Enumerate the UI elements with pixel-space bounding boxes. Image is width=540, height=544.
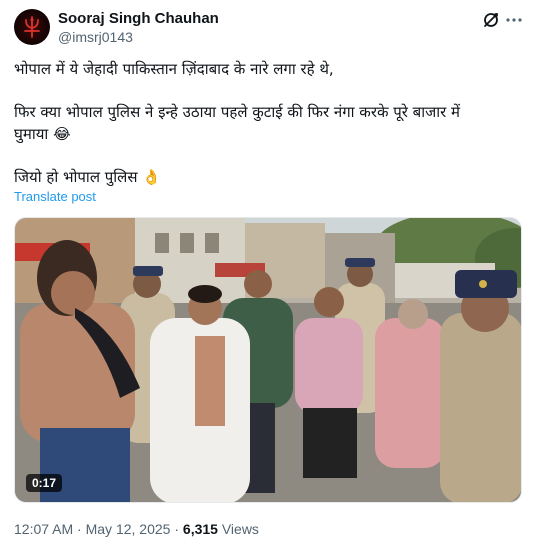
more-dots-icon[interactable] xyxy=(504,10,524,30)
tweet-card: Sooraj Singh Chauhan @imsrj0143 भोपाल मे… xyxy=(0,0,540,544)
post-date[interactable]: May 12, 2025 xyxy=(86,521,171,537)
tweet-text-line: घुमाया 😂 xyxy=(14,125,71,143)
tweet-text-line: फिर क्या भोपाल पुलिस ने इन्हे उठाया पहले… xyxy=(14,103,461,121)
video-player[interactable] xyxy=(14,217,522,503)
views-count[interactable]: 6,315 xyxy=(183,521,218,537)
grok-icon[interactable] xyxy=(481,10,501,30)
video-duration-badge: 0:17 xyxy=(26,474,63,492)
post-time[interactable]: 12:07 AM xyxy=(14,521,73,537)
post-meta: 12:07 AM · May 12, 2025 · 6,315 Views xyxy=(14,521,259,537)
author-name[interactable]: Sooraj Singh Chauhan xyxy=(58,10,219,27)
tweet-text-line: जियो हो भोपाल पुलिस 👌 xyxy=(14,168,161,186)
video-thumbnail xyxy=(15,218,521,502)
author-handle[interactable]: @imsrj0143 xyxy=(58,29,133,45)
meta-separator: · xyxy=(170,521,183,537)
views-label: Views xyxy=(217,521,259,537)
trident-emblem-icon xyxy=(24,16,40,38)
tweet-text-line: भोपाल में ये जेहादी पाकिस्तान ज़िंदाबाद … xyxy=(14,60,334,78)
translate-post-link[interactable]: Translate post xyxy=(14,189,96,204)
meta-separator: · xyxy=(73,521,86,537)
avatar[interactable] xyxy=(14,9,50,45)
